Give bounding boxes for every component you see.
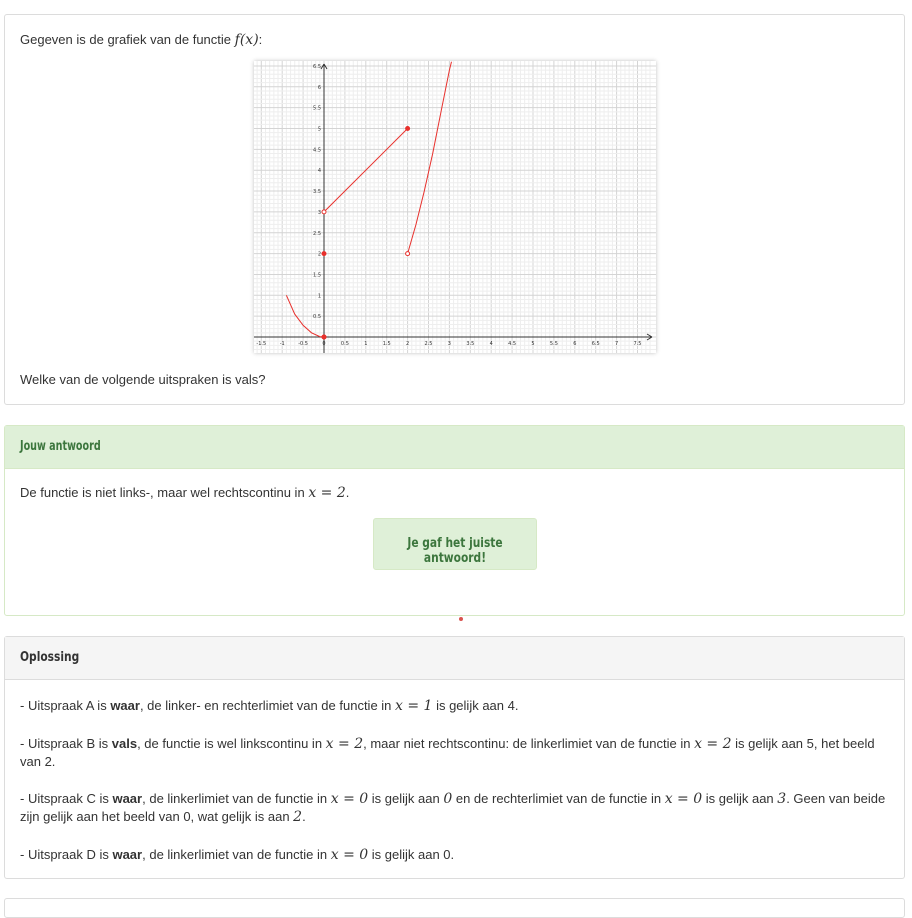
feedback-text: Je gaf het juiste antwoord! <box>407 536 503 566</box>
item-math: 3 <box>777 791 787 807</box>
x-tick-label: 4 <box>490 341 493 347</box>
x-tick-label: 1.5 <box>383 341 391 347</box>
solution-list: - Uitspraak A is waar, de linker- en rec… <box>20 697 892 884</box>
item-text: is gelijk aan <box>368 791 444 806</box>
x-tick-label: 5.5 <box>550 341 558 347</box>
x-tick-label: 3.5 <box>466 341 474 347</box>
x-tick-label: 6.5 <box>592 341 600 347</box>
item-verdict: vals <box>111 736 138 751</box>
x-tick-label: 6 <box>573 341 576 347</box>
intro-text: Gegeven is de grafiek van de functie <box>20 32 232 47</box>
closed-point <box>321 334 327 340</box>
x-tick-label: -0.5 <box>298 341 308 347</box>
open-point <box>321 209 327 215</box>
item-text: is gelijk aan 0. <box>368 847 455 862</box>
item-math: x = 0 <box>664 791 703 807</box>
item-text: - Uitspraak D is <box>20 847 113 862</box>
item-verdict: waar <box>112 847 143 862</box>
question-prompt: Welke van de volgende uitspraken is vals… <box>20 372 266 387</box>
y-tick-label: 2 <box>318 252 321 258</box>
x-tick-label: 7 <box>615 341 618 347</box>
y-tick-label: 6 <box>318 85 321 91</box>
y-tick-label: 5 <box>318 127 321 133</box>
correct-feedback-badge: Je gaf het juiste antwoord! <box>373 518 537 570</box>
solution-item-c: - Uitspraak C is waar, de linkerlimiet v… <box>20 790 892 826</box>
chart-svg: -1.5 -1 -0.5 0 0.5 1 1.5 2 2.5 3 3.5 4 4.5 5 5.5 6 6.5 7 7… <box>254 61 656 353</box>
question-intro: Gegeven is de grafiek van de functie f(x… <box>20 32 262 48</box>
closed-point <box>405 126 411 131</box>
y-tick-label: 3 <box>318 210 321 216</box>
y-tick-label: 3.5 <box>313 189 321 195</box>
y-tick-label: 4.5 <box>313 147 321 153</box>
x-tick-label: 1 <box>364 341 367 347</box>
y-tick-label: 1.5 <box>313 272 321 278</box>
answer-statement: De functie is niet links-, maar wel rech… <box>20 485 305 500</box>
item-math: 0 <box>443 791 453 807</box>
y-tick-label: 4 <box>318 168 321 174</box>
y-tick-label: 5.5 <box>313 106 321 112</box>
item-math: x = 2 <box>325 736 364 752</box>
x-tick-label: 4.5 <box>508 341 516 347</box>
item-math: x = 1 <box>395 698 433 714</box>
item-math: x = 2 <box>694 736 732 752</box>
solution-panel: Oplossing - Uitspraak A is waar, de link… <box>4 636 905 879</box>
item-text: , de linkerlimiet van de functie in <box>142 791 331 806</box>
x-tick-label: -1.5 <box>256 341 266 347</box>
item-text: is gelijk aan 4. <box>432 698 519 713</box>
x-tick-label: -1 <box>280 341 285 347</box>
solution-item-b: - Uitspraak B is vals, de functie is wel… <box>20 735 892 770</box>
item-text: - Uitspraak A is <box>20 698 111 713</box>
item-text: , de linkerlimiet van de functie in <box>142 847 331 862</box>
answer-text: De functie is niet links-, maar wel rech… <box>20 485 349 501</box>
item-math: x = 0 <box>330 847 369 863</box>
indicator-dot <box>459 617 463 621</box>
item-math: x = 0 <box>330 791 369 807</box>
y-tick-label: 6.5 <box>313 64 321 70</box>
x-tick-label: 0.5 <box>341 341 349 347</box>
x-tick-label: 2 <box>406 341 409 347</box>
item-verdict: waar <box>110 698 140 713</box>
x-tick-label: 2.5 <box>425 341 433 347</box>
item-text: , de linker- en rechterlimiet van de fun… <box>139 698 396 713</box>
y-tick-label: 0.5 <box>313 314 321 320</box>
answer-header: Jouw antwoord <box>5 426 904 469</box>
solution-item-a: - Uitspraak A is waar, de linker- en rec… <box>20 697 892 715</box>
solution-header: Oplossing <box>5 637 904 680</box>
x-tick-label: 7.5 <box>634 341 642 347</box>
answer-end: . <box>345 485 350 500</box>
item-text: - Uitspraak C is <box>20 791 113 806</box>
answer-panel: Jouw antwoord De functie is niet links-,… <box>4 425 905 616</box>
next-panel <box>4 898 905 918</box>
x-tick-label: 5 <box>531 341 534 347</box>
item-text: en de rechterlimiet van de functie in <box>452 791 665 806</box>
item-verdict: waar <box>112 791 143 806</box>
item-math: 2 <box>293 809 303 825</box>
solution-title: Oplossing <box>20 650 80 665</box>
item-text: , maar niet rechtscontinu: de linkerlimi… <box>363 736 695 751</box>
function-graph: -1.5 -1 -0.5 0 0.5 1 1.5 2 2.5 3 3.5 4 4.5 5 5.5 6 6.5 7 7… <box>254 61 656 353</box>
function-name: f(x) <box>234 32 259 48</box>
y-tick-label: 1 <box>318 293 321 299</box>
solution-item-d: - Uitspraak D is waar, de linkerlimiet v… <box>20 846 892 864</box>
x-tick-label: 3 <box>448 341 451 347</box>
x-tick-label: 0 <box>322 341 325 347</box>
item-text: . <box>302 809 306 824</box>
closed-point <box>321 251 327 257</box>
item-text: - Uitspraak B is <box>20 736 112 751</box>
open-point <box>405 251 411 257</box>
question-panel: Gegeven is de grafiek van de functie f(x… <box>4 14 905 405</box>
answer-title: Jouw antwoord <box>20 439 101 454</box>
intro-colon: : <box>258 32 263 47</box>
answer-math: x = 2 <box>308 485 346 501</box>
y-tick-label: 2.5 <box>313 231 321 237</box>
item-text: is gelijk aan <box>702 791 778 806</box>
item-text: , de functie is wel linkscontinu in <box>137 736 326 751</box>
